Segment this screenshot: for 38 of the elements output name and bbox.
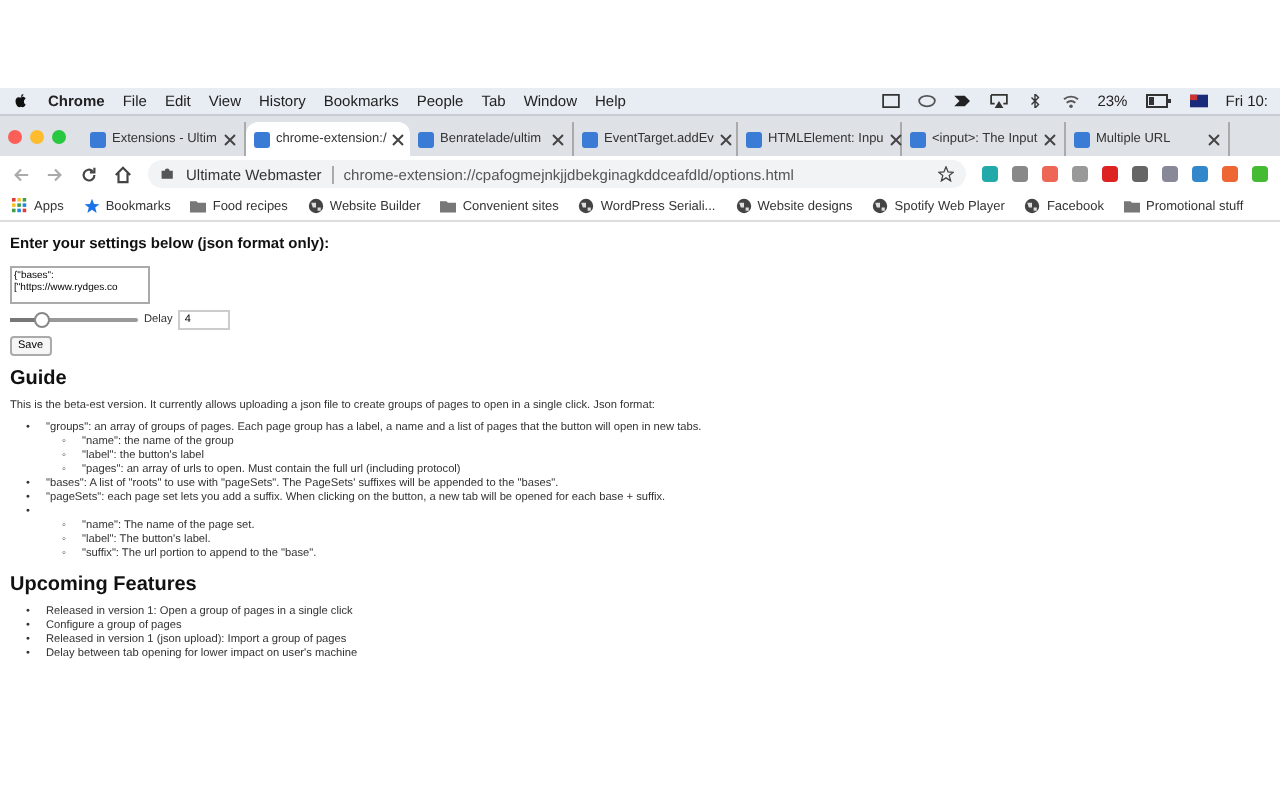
slider-thumb[interactable] [34, 312, 50, 328]
battery-icon[interactable] [1145, 94, 1172, 108]
home-icon[interactable] [114, 165, 132, 183]
favicon-icon [1074, 131, 1090, 147]
upcoming-title: Upcoming Features [10, 574, 199, 596]
arrows-icon[interactable] [953, 94, 972, 108]
close-icon[interactable] [719, 133, 732, 145]
favicon-icon [582, 131, 598, 147]
favicon-icon [90, 131, 106, 147]
flag-icon[interactable] [1189, 94, 1208, 108]
favicon-icon [254, 131, 270, 147]
globe-icon [578, 198, 595, 214]
screen-icon[interactable] [881, 94, 900, 108]
reload-icon[interactable] [80, 165, 98, 183]
airplay-icon[interactable] [989, 94, 1008, 108]
favicon-icon [910, 131, 926, 147]
close-icon[interactable] [224, 133, 236, 145]
close-icon[interactable] [889, 133, 902, 145]
folder-icon [190, 198, 207, 214]
globe-icon [1024, 198, 1041, 214]
close-icon[interactable] [1208, 133, 1220, 145]
folder-icon [440, 198, 457, 214]
favicon-icon [746, 131, 762, 147]
folder-icon [1124, 198, 1140, 214]
bluetooth-icon[interactable] [1025, 94, 1044, 108]
star-outline-icon[interactable] [938, 166, 954, 182]
globe-icon [872, 198, 889, 214]
wifi-icon[interactable] [1061, 94, 1080, 108]
globe-icon [307, 198, 324, 214]
guide-title: Guide [10, 368, 69, 390]
apple-logo-icon[interactable] [12, 94, 30, 108]
star-icon [83, 198, 100, 214]
close-icon[interactable] [392, 133, 405, 145]
favicon-icon [418, 131, 434, 147]
apps-grid-icon [12, 198, 28, 214]
globe-icon [735, 198, 752, 214]
close-icon[interactable] [552, 133, 564, 145]
close-icon[interactable] [1044, 133, 1056, 145]
